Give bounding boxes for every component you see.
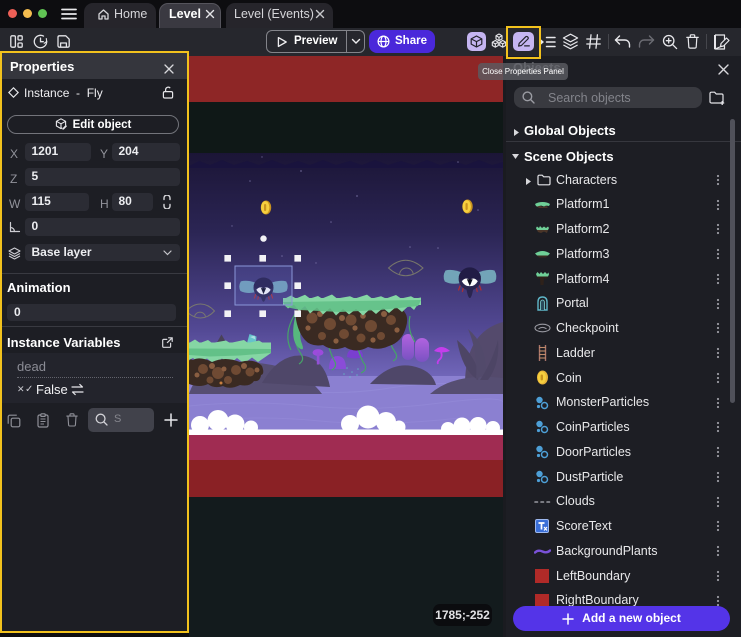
- svg-text:1785;-252: 1785;-252: [435, 608, 490, 622]
